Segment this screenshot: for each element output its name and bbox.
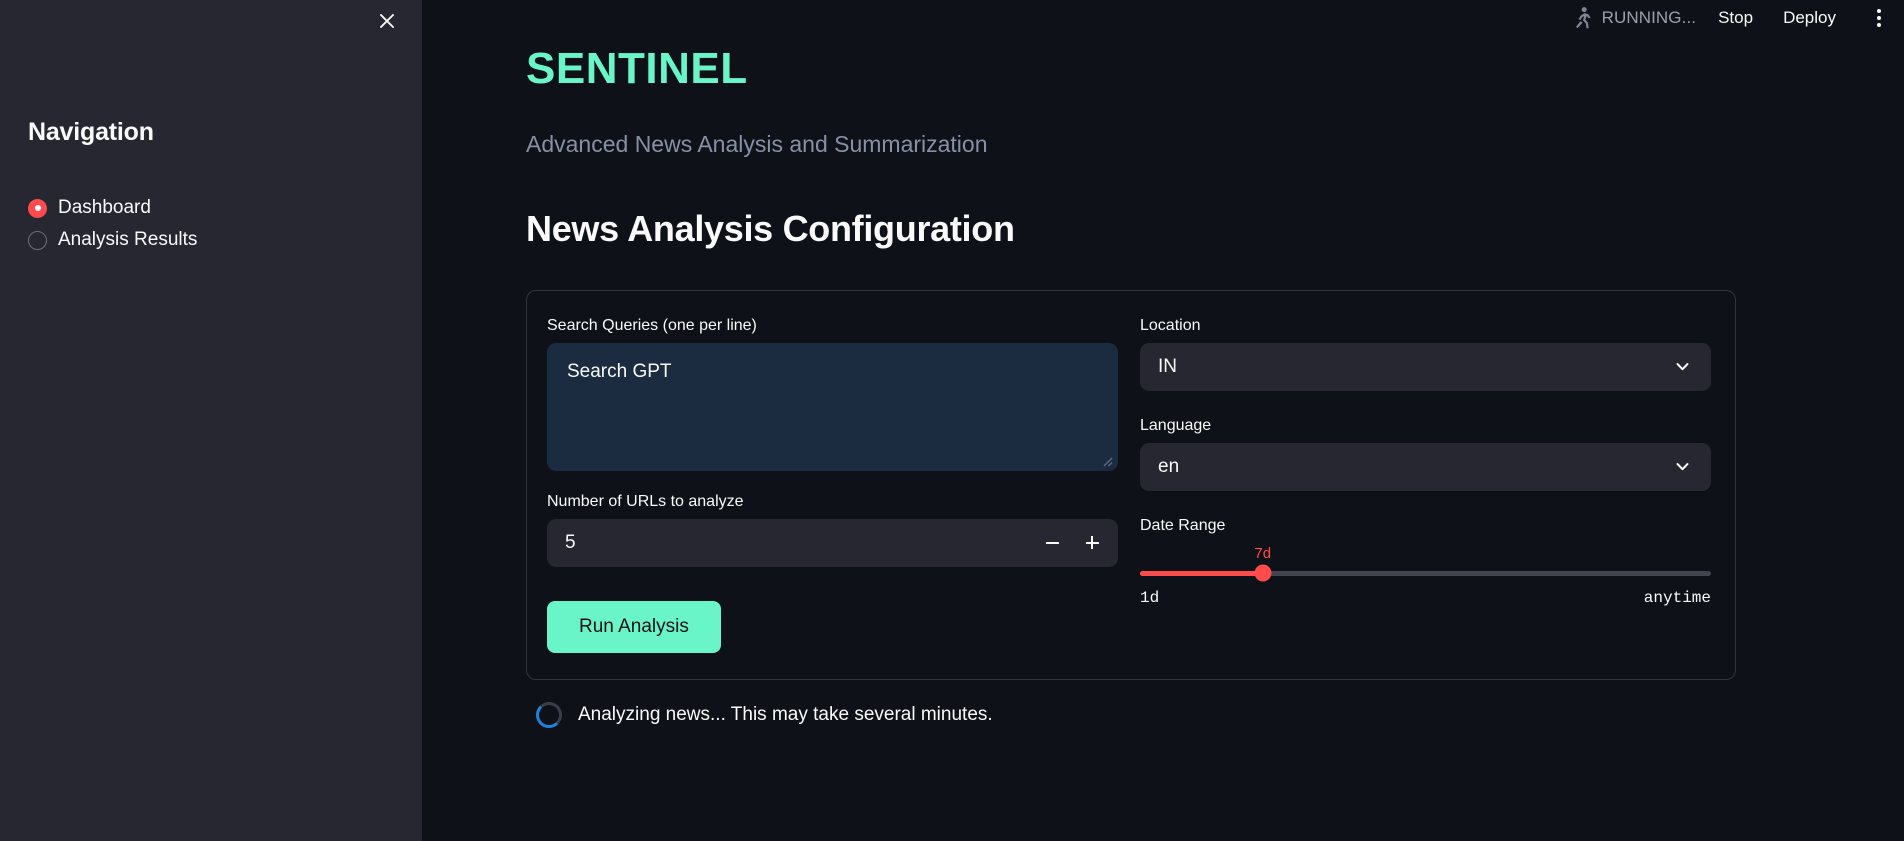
- running-person-icon: [1570, 5, 1596, 31]
- analysis-status-text: Analyzing news... This may take several …: [578, 703, 993, 725]
- slider-end-labels: 1d anytime: [1140, 589, 1711, 607]
- kebab-menu-icon[interactable]: [1866, 5, 1892, 31]
- run-analysis-button[interactable]: Run Analysis: [547, 600, 721, 653]
- stop-button[interactable]: Stop: [1718, 8, 1753, 28]
- chevron-down-icon: [1674, 458, 1691, 475]
- search-queries-label: Search Queries (one per line): [547, 316, 757, 334]
- brand-title: SENTINEL: [526, 44, 748, 93]
- sidebar-content: Navigation Dashboard Analysis Results: [0, 0, 422, 252]
- app-root: Navigation Dashboard Analysis Results RU…: [0, 0, 1904, 841]
- plus-icon[interactable]: [1072, 520, 1112, 566]
- sidebar: Navigation Dashboard Analysis Results: [0, 0, 422, 841]
- date-range-slider[interactable]: 7d 1d anytime: [1140, 545, 1711, 607]
- slider-fill: [1140, 570, 1263, 576]
- page-title: News Analysis Configuration: [526, 207, 1015, 249]
- config-right-column: Location IN Language en Date Range 7d 1d…: [1140, 317, 1711, 653]
- slider-track[interactable]: [1140, 564, 1711, 582]
- run-status-text: RUNNING...: [1601, 8, 1697, 27]
- search-queries-wrapper: [547, 342, 1118, 471]
- language-value: en: [1158, 455, 1180, 477]
- app-status-toolbar: RUNNING... Stop Deploy: [1570, 0, 1904, 36]
- sidebar-close-button[interactable]: [370, 4, 404, 38]
- num-urls-label: Number of URLs to analyze: [547, 492, 744, 510]
- minus-icon[interactable]: [1032, 520, 1072, 566]
- num-urls-stepper[interactable]: 5: [547, 518, 1118, 567]
- search-queries-input[interactable]: [547, 342, 1118, 471]
- language-label: Language: [1140, 416, 1212, 434]
- location-label: Location: [1140, 316, 1201, 334]
- radio-unselected-icon: [28, 230, 47, 250]
- navigation-radio-group[interactable]: Dashboard Analysis Results: [28, 197, 394, 252]
- loading-spinner-icon: [536, 701, 562, 728]
- sidebar-item-label: Dashboard: [58, 197, 151, 218]
- analysis-status-row: Analyzing news... This may take several …: [526, 701, 1736, 728]
- num-urls-value[interactable]: 5: [547, 532, 1032, 554]
- location-select[interactable]: IN: [1140, 342, 1711, 391]
- sidebar-item-dashboard[interactable]: Dashboard: [28, 197, 394, 220]
- navigation-heading: Navigation: [28, 118, 154, 146]
- language-select[interactable]: en: [1140, 442, 1711, 491]
- sidebar-item-analysis-results[interactable]: Analysis Results: [28, 229, 394, 252]
- date-range-label: Date Range: [1140, 516, 1226, 534]
- config-left-column: Search Queries (one per line) Number of …: [547, 317, 1118, 653]
- slider-max-label: anytime: [1643, 588, 1711, 607]
- location-value: IN: [1158, 355, 1177, 377]
- page-content: SENTINEL Advanced News Analysis and Summ…: [422, 0, 1792, 728]
- brand-subtitle: Advanced News Analysis and Summarization: [526, 130, 988, 157]
- sidebar-item-label: Analysis Results: [58, 228, 198, 250]
- close-icon: [377, 11, 397, 31]
- news-analysis-configuration-card: Search Queries (one per line) Number of …: [526, 289, 1736, 680]
- radio-selected-icon: [28, 198, 47, 218]
- slider-min-label: 1d: [1140, 588, 1160, 607]
- chevron-down-icon: [1674, 358, 1691, 375]
- date-range-value-label: 7d: [1254, 544, 1272, 562]
- deploy-button[interactable]: Deploy: [1783, 8, 1836, 28]
- main-content: RUNNING... Stop Deploy SENTINEL Advanced…: [422, 0, 1904, 841]
- slider-thumb[interactable]: [1254, 564, 1272, 582]
